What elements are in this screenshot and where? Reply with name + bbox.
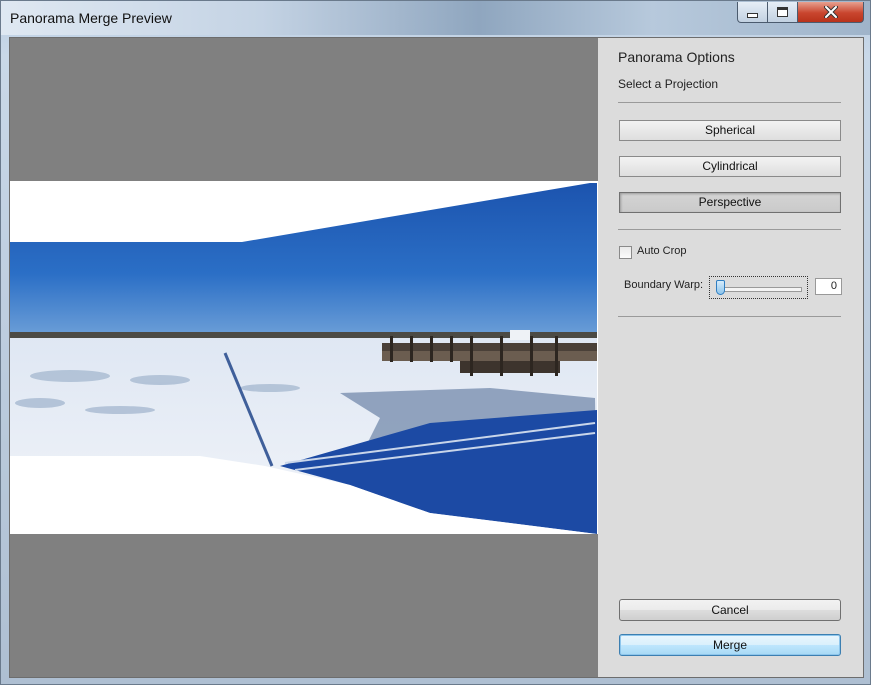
dialog-client: Panorama Options Select a Projection Sph… [9, 37, 864, 678]
divider [618, 102, 841, 103]
close-button[interactable] [798, 2, 864, 23]
merge-button[interactable]: Merge [619, 634, 841, 656]
panorama-image [10, 181, 598, 534]
minimize-button[interactable] [737, 2, 768, 23]
boundary-warp-value[interactable]: 0 [815, 278, 842, 295]
panorama-preview [10, 38, 598, 677]
panorama-merge-window: Panorama Merge Preview Panorama Options … [0, 0, 871, 685]
title-bar[interactable]: Panorama Merge Preview [1, 1, 870, 35]
perspective-button[interactable]: Perspective [619, 192, 841, 213]
auto-crop-label[interactable]: Auto Crop [637, 245, 687, 257]
auto-crop-checkbox[interactable] [619, 246, 632, 259]
slider-track[interactable] [717, 287, 802, 292]
cylindrical-button[interactable]: Cylindrical [619, 156, 841, 177]
minimize-icon [747, 12, 758, 18]
boundary-warp-label: Boundary Warp: [624, 279, 704, 291]
maximize-icon [777, 7, 788, 17]
boundary-warp-slider[interactable] [709, 276, 808, 299]
divider [618, 316, 841, 317]
panel-title: Panorama Options [618, 49, 735, 65]
cancel-button[interactable]: Cancel [619, 599, 841, 621]
divider [618, 229, 841, 230]
options-panel: Panorama Options Select a Projection Sph… [598, 38, 863, 677]
window-title: Panorama Merge Preview [10, 10, 172, 26]
treeline [10, 332, 597, 338]
close-icon [823, 6, 838, 18]
projection-label: Select a Projection [618, 77, 719, 91]
slider-thumb[interactable] [716, 280, 725, 295]
spherical-button[interactable]: Spherical [619, 120, 841, 141]
maximize-button[interactable] [768, 2, 798, 23]
